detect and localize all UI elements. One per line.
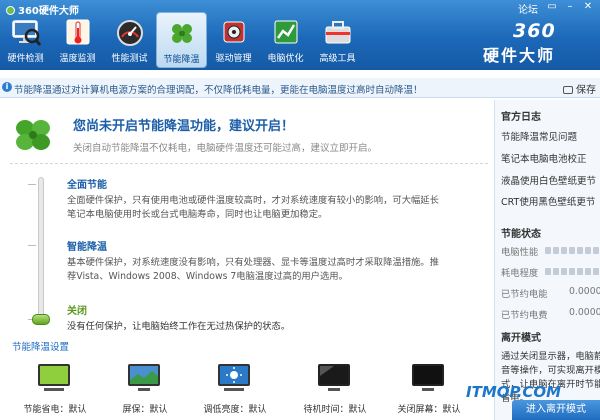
log-title: 官方日志 [501,112,541,123]
mode-off[interactable]: 关闭 没有任何保护，让电脑始终工作在无过热保护的状态。 [67,302,487,334]
main-nav: 硬件检测 温度监测 性能测试 节能降温 驱动管理 电脑优化 高级工具 [0,12,364,70]
nav-energy-saving[interactable]: 节能降温 [156,12,207,68]
device-screen-off[interactable]: 关闭屏幕：默认 [384,362,474,420]
standby-monitor-icon [318,364,350,391]
nav-temperature[interactable]: 温度监测 [52,12,103,68]
clover-icon [16,120,50,150]
driver-chip-icon [223,21,244,43]
monitor-magnifier-icon [11,20,41,46]
battery-screen-icon [38,364,70,391]
notice-subtitle: 关闭自动节能降温不仅耗电，电脑硬件温度还可能过高，建议立即开启。 [73,143,378,154]
device-brightness[interactable]: 调低亮度：默认 [190,362,280,420]
divider [10,163,488,164]
forum-link[interactable]: 论坛 [518,1,538,16]
stat-saved-cost: 已节约电费 0.0000 [501,307,600,321]
mode-slider-thumb[interactable] [32,314,50,325]
stat-power-use: 耗电程度 [501,265,600,279]
energy-settings-link[interactable]: 节能降温设置 [12,339,69,353]
speedometer-icon [116,20,143,46]
camera-icon [563,86,573,94]
slider-tick [28,245,36,246]
nav-optimize[interactable]: 电脑优化 [260,12,311,68]
slider-tick [28,184,36,185]
skin-button[interactable]: ▭ [544,0,560,14]
device-battery-saving[interactable]: 节能省电：默认 [10,362,100,420]
toolbox-icon [325,21,350,44]
chart-optimize-icon [274,20,297,44]
info-text: 节能降温通过对计算机电源方案的合理调配，不仅降低耗电量，更能在电脑温度过高时自动… [14,85,423,96]
info-bar: i 节能降温通过对计算机电源方案的合理调配，不仅降低耗电量，更能在电脑温度过高时… [0,78,600,98]
clover-icon [171,24,192,43]
save-button[interactable]: 保存 [563,81,596,96]
away-mode-title: 离开模式 [501,333,541,344]
nav-driver-manage[interactable]: 驱动管理 [208,12,259,68]
title-bar: 360硬件大师 论坛 ▭ – ✕ 硬件检测 温度监测 性能测试 节能降温 驱动管… [0,0,600,70]
device-standby-time[interactable]: 待机时间：默认 [290,362,380,420]
minimize-button[interactable]: – [562,0,578,14]
performance-bar [545,247,600,255]
mode-slider-track[interactable] [38,177,44,323]
notice-title: 您尚未开启节能降温功能，建议开启！ [73,119,295,134]
info-icon: i [2,82,12,92]
enter-away-mode-button[interactable]: 进入离开模式 [512,400,600,420]
side-panel: 官方日志 节能降温常见问题 笔记本电脑电池校正 液晶使用白色壁纸更节 CRT使用… [494,100,600,420]
stat-saved-energy: 已节约电能 0.0000 [501,286,600,300]
stat-performance: 电脑性能 [501,244,600,258]
nav-performance[interactable]: 性能测试 [104,12,155,68]
power-use-bar [545,268,600,276]
main-content: 您尚未开启节能降温功能，建议开启！ 关闭自动节能降温不仅耗电，电脑硬件温度还可能… [0,100,494,420]
thermometer-icon [66,19,89,45]
nav-hardware-detect[interactable]: 硬件检测 [0,12,51,68]
screen-off-icon [412,364,444,391]
nav-advanced-tools[interactable]: 高级工具 [312,12,363,68]
log-link[interactable]: 节能降温常见问题 [501,129,577,143]
mode-smart-cooling[interactable]: 智能降温 基本硬件保护，对系统速度没有影响，只有处理器、显卡等温度过高时才采取降… [67,238,487,284]
device-screensaver[interactable]: 屏保：默认 [100,362,190,420]
status-title: 节能状态 [501,229,541,240]
brightness-icon [218,364,250,391]
mode-full-saving[interactable]: 全面节能 全面硬件保护，只有使用电池或硬件温度较高时，才对系统速度有较小的影响，… [67,176,487,222]
watermark: ITMOP.COM [466,383,562,401]
close-button[interactable]: ✕ [580,0,596,14]
device-settings-row: 节能省电：默认 屏保：默认 调低亮度：默认 待机时间：默认 关闭屏幕：默认 [0,362,494,420]
log-link[interactable]: CRT使用黑色壁纸更节 [501,194,595,208]
screensaver-icon [128,364,160,391]
brand-logo: 360 硬件大师 [483,20,556,65]
log-link[interactable]: 液晶使用白色壁纸更节 [501,173,596,187]
log-link[interactable]: 笔记本电脑电池校正 [501,151,587,165]
